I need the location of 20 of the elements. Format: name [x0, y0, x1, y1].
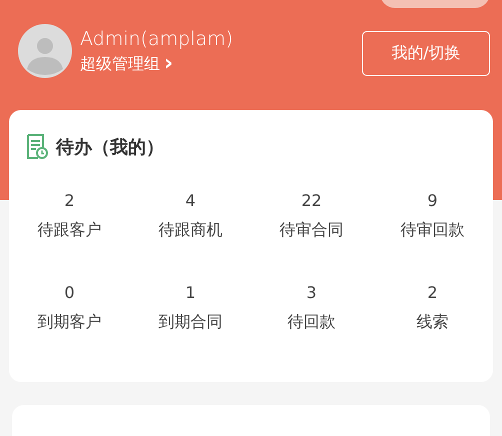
todo-count[interactable]: 1 [185, 283, 196, 303]
todo-count[interactable]: 2 [64, 191, 75, 211]
todo-count[interactable]: 3 [306, 283, 317, 303]
todo-count[interactable]: 9 [427, 191, 438, 211]
todo-label[interactable]: 待审回款 [400, 219, 464, 241]
todo-label[interactable]: 待跟客户 [38, 219, 102, 241]
todo-count[interactable]: 0 [64, 283, 75, 303]
todo-count[interactable]: 2 [427, 283, 438, 303]
todo-label[interactable]: 到期客户 [38, 311, 102, 333]
user-name: Admin(amplam) [80, 27, 234, 51]
todo-count[interactable]: 4 [185, 191, 196, 211]
todo-label[interactable]: 到期合同 [158, 311, 222, 333]
todo-label[interactable]: 线索 [416, 311, 448, 333]
todo-label[interactable]: 待回款 [288, 311, 336, 333]
card-title: 待办（我的） [56, 136, 164, 159]
todo-label[interactable]: 待审合同 [280, 219, 344, 241]
todo-count[interactable]: 22 [301, 191, 322, 211]
avatar-icon [18, 24, 72, 78]
document-clock-icon [26, 134, 48, 160]
todo-label[interactable]: 待跟商机 [158, 219, 222, 241]
